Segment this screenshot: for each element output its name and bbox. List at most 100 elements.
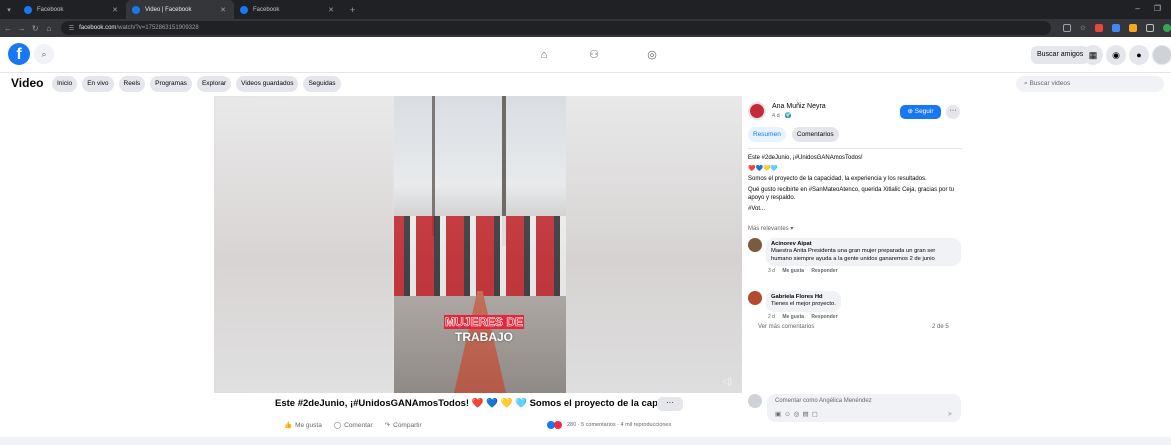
follow-button[interactable]: ⊕ Seguir xyxy=(900,105,941,119)
comment-bubble-icon: ◯ xyxy=(333,422,342,429)
groups-nav-icon[interactable]: ◎ xyxy=(644,47,660,63)
commenter-name[interactable]: Acinorev Aipat xyxy=(771,241,956,248)
comment-footer: 2 d Me gusta Responder xyxy=(768,314,841,320)
share-label: Compartir xyxy=(393,422,422,429)
extensions-puzzle-icon[interactable] xyxy=(1145,24,1154,32)
browser-tab-1[interactable]: Facebook ✕ xyxy=(18,0,126,19)
close-tab-icon[interactable]: ✕ xyxy=(112,6,118,14)
video-frame[interactable]: MUJERES DE TRABAJO xyxy=(394,96,566,393)
send-icon[interactable]: ➤ xyxy=(947,410,953,418)
post-meta: 4 d · 🌍 xyxy=(772,113,792,119)
facebook-top-nav: f ⌕ ⌂ ⚇ ◎ Buscar amigos ▦ ◉ ● xyxy=(0,37,1171,73)
address-bar[interactable]: ☰ facebook.com/watch/?v=1752863151909328 xyxy=(60,21,1051,35)
browser-tab-3[interactable]: Facebook ✕ xyxy=(234,0,342,19)
video-caption[interactable]: Este #2deJunio, ¡#UnidosGANAmosTodos! ❤️… xyxy=(275,398,666,409)
commenter-avatar[interactable] xyxy=(748,291,762,305)
chip-reels[interactable]: Reels xyxy=(118,76,146,92)
desc-see-more[interactable]: #Vot... xyxy=(748,205,960,214)
comment-reply-link[interactable]: Responder xyxy=(811,314,837,320)
commenter-avatar[interactable] xyxy=(748,238,762,252)
cast-icon[interactable] xyxy=(1062,24,1071,32)
comment-like-link[interactable]: Me gusta xyxy=(782,314,804,320)
browser-tab-2[interactable]: Video | Facebook ✕ xyxy=(126,0,234,19)
volume-icon[interactable]: ◁) xyxy=(722,376,732,387)
comment-reply-link[interactable]: Responder xyxy=(811,268,837,274)
minimize-icon[interactable]: – xyxy=(1135,4,1139,13)
comment-like-link[interactable]: Me gusta xyxy=(782,268,804,274)
extension-red-icon[interactable] xyxy=(1094,24,1103,32)
video-overlay-line2: TRABAJO xyxy=(454,330,513,344)
sticker-icon[interactable]: ▣ xyxy=(775,411,784,418)
comment-placeholder: Comentar como Angélica Menéndez xyxy=(775,398,872,404)
author-name[interactable]: Ana Muñiz Neyra xyxy=(772,103,826,110)
reload-icon[interactable]: ↻ xyxy=(29,24,41,33)
desc-emoji-line: ❤️💙💛🩵 xyxy=(748,165,778,172)
facebook-favicon-icon xyxy=(240,5,248,14)
panel-tabs: Resumen Comentarios xyxy=(748,127,839,142)
friends-nav-icon[interactable]: ⚇ xyxy=(586,47,602,63)
comment-time: 2 d xyxy=(768,313,775,320)
messenger-icon[interactable]: ◉ xyxy=(1106,45,1126,65)
see-more-comments-link[interactable]: Ver más comentarios xyxy=(758,324,814,330)
composer-tools: ▣☺◎▤▢ xyxy=(775,410,821,418)
url-host: facebook.com xyxy=(79,25,117,31)
back-icon[interactable]: ← xyxy=(2,24,14,33)
site-settings-icon[interactable]: ☰ xyxy=(69,25,74,32)
video-player[interactable]: MUJERES DE TRABAJO ◁) xyxy=(214,96,742,393)
extension-blue-icon[interactable] xyxy=(1111,24,1120,32)
account-avatar[interactable] xyxy=(1152,45,1171,65)
comment-text: Maestra Anita Presidenta una gran mujer … xyxy=(771,248,936,262)
desc-line: Qué gusto recibirte en #SanMateoAtenco, … xyxy=(748,186,955,202)
post-more-button[interactable]: ··· xyxy=(946,105,960,119)
gif-icon[interactable]: ▤ xyxy=(802,411,811,418)
new-tab-button[interactable]: + xyxy=(350,5,355,15)
chip-explorar[interactable]: Explorar xyxy=(196,76,232,92)
tab-resumen[interactable]: Resumen xyxy=(748,127,786,142)
window-controls: – ❐ xyxy=(1135,4,1161,13)
tab-search-icon[interactable]: ▾ xyxy=(0,6,18,14)
tab-comentarios[interactable]: Comentarios xyxy=(791,127,839,142)
emoji-icon[interactable]: ☺ xyxy=(784,411,794,418)
divider xyxy=(748,148,962,149)
chip-en-vivo[interactable]: En vivo xyxy=(82,76,114,92)
facebook-logo-icon[interactable]: f xyxy=(8,43,30,65)
sort-comments-dropdown[interactable]: Más relevantes ▾ xyxy=(748,225,793,232)
menu-grid-icon[interactable]: ▦ xyxy=(1083,45,1103,65)
page-bottom-strip xyxy=(0,437,1171,445)
chip-seguidas[interactable]: Seguidas xyxy=(303,76,341,92)
caption-more-button[interactable]: ··· xyxy=(657,397,683,411)
forward-icon[interactable]: → xyxy=(16,24,28,33)
crowd-image xyxy=(394,216,566,296)
share-button[interactable]: ↷ Compartir xyxy=(385,421,422,429)
close-tab-icon[interactable]: ✕ xyxy=(220,6,226,14)
facebook-favicon-icon xyxy=(132,5,140,14)
close-tab-icon[interactable]: ✕ xyxy=(328,6,334,14)
restore-icon[interactable]: ❐ xyxy=(1154,4,1161,13)
search-icon[interactable]: ⌕ xyxy=(34,44,54,64)
notifications-bell-icon[interactable]: ● xyxy=(1129,45,1149,65)
chip-inicio[interactable]: Inicio xyxy=(52,76,78,92)
profile-green-icon[interactable] xyxy=(1162,24,1171,32)
video-stats[interactable]: 280 · 5 comentarios · 4 mil reproduccion… xyxy=(547,421,671,429)
chip-programas[interactable]: Programas xyxy=(150,76,192,92)
commenter-name[interactable]: Gabriela Flores Hd xyxy=(771,294,836,301)
avatar-sticker-icon[interactable]: ▢ xyxy=(812,411,821,418)
like-button[interactable]: 👍 Me gusta xyxy=(284,421,322,429)
home-nav-icon[interactable]: ⌂ xyxy=(536,47,552,63)
find-friends-button[interactable]: Buscar amigos xyxy=(1031,46,1090,64)
chip-videos-guardados[interactable]: Videos guardados xyxy=(236,76,299,92)
comments-count: 2 de 5 xyxy=(932,324,949,330)
comment-time: 3 d xyxy=(768,268,775,275)
author-avatar[interactable] xyxy=(748,102,766,120)
home-icon[interactable]: ⌂ xyxy=(43,24,55,33)
comment-input[interactable]: Comentar como Angélica Menéndez ▣☺◎▤▢ ➤ xyxy=(767,394,961,422)
comment-button[interactable]: ◯ Comentar xyxy=(334,421,373,429)
facebook-favicon-icon xyxy=(24,5,32,14)
desc-line: Somos el proyecto de la capacidad, la ex… xyxy=(748,176,927,182)
extension-orange-icon[interactable] xyxy=(1128,24,1137,32)
comment-item: Gabriela Flores Hd Tienes el mejor proye… xyxy=(748,291,841,320)
video-blur-left xyxy=(214,96,394,393)
bookmark-star-icon[interactable]: ☆ xyxy=(1080,24,1086,32)
comment-footer: 3 d Me gusta Responder xyxy=(768,268,961,274)
video-search-input[interactable]: ⌕ Buscar videos xyxy=(1016,76,1164,92)
